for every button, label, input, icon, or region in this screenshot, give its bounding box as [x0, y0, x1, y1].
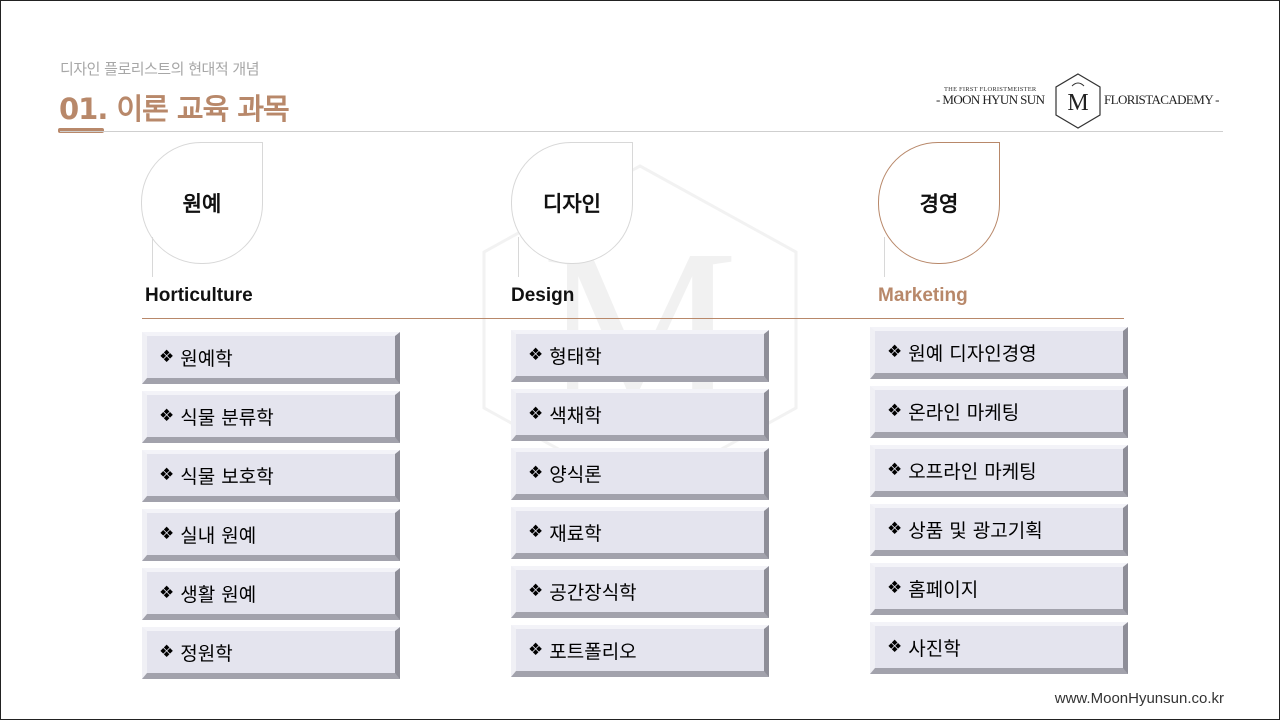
bullet-icon: ❖ — [528, 463, 544, 483]
item-label: 홈페이지 — [908, 578, 979, 601]
list-design: ❖ 형태학 ❖ 색채학 ❖ 양식론 ❖ 재료학 ❖ 공간장식학 ❖ 포트폴리오 — [511, 330, 769, 684]
bullet-icon: ❖ — [528, 404, 544, 424]
item-label: 양식론 — [549, 463, 602, 486]
bullet-icon: ❖ — [159, 642, 175, 662]
list-item: ❖ 상품 및 광고기획 — [870, 504, 1128, 556]
bullet-icon: ❖ — [159, 583, 175, 603]
list-item: ❖ 식물 보호학 — [142, 450, 400, 502]
item-label: 색채학 — [549, 404, 602, 427]
item-label: 생활 원예 — [180, 583, 257, 606]
item-label: 공간장식학 — [549, 581, 637, 604]
list-item: ❖ 공간장식학 — [511, 566, 769, 618]
item-label: 오프라인 마케팅 — [908, 460, 1037, 483]
bullet-icon: ❖ — [159, 465, 175, 485]
badge-stem — [884, 237, 885, 277]
item-label: 식물 분류학 — [180, 406, 274, 429]
bullet-icon: ❖ — [528, 345, 544, 365]
list-horticulture: ❖ 원예학 ❖ 식물 분류학 ❖ 식물 보호학 ❖ 실내 원예 ❖ 생활 원예 ❖ 정원학 — [142, 332, 400, 686]
list-item: ❖ 온라인 마케팅 — [870, 386, 1128, 438]
bullet-icon: ❖ — [887, 578, 903, 598]
svg-text:M: M — [1067, 90, 1088, 116]
item-label: 온라인 마케팅 — [908, 401, 1020, 424]
list-item: ❖ 실내 원예 — [142, 509, 400, 561]
item-label: 식물 보호학 — [180, 465, 274, 488]
badge-stem — [518, 237, 519, 277]
bullet-icon: ❖ — [887, 401, 903, 421]
item-label: 상품 및 광고기획 — [908, 519, 1043, 542]
item-label: 정원학 — [180, 642, 233, 665]
bullet-icon: ❖ — [528, 640, 544, 660]
list-item: ❖ 원예학 — [142, 332, 400, 384]
bullet-icon: ❖ — [887, 637, 903, 657]
list-item: ❖ 식물 분류학 — [142, 391, 400, 443]
bullet-icon: ❖ — [887, 519, 903, 539]
bullet-icon: ❖ — [159, 347, 175, 367]
list-item: ❖ 오프라인 마케팅 — [870, 445, 1128, 497]
item-label: 형태학 — [549, 345, 602, 368]
item-label: 재료학 — [549, 522, 602, 545]
list-item: ❖ 형태학 — [511, 330, 769, 382]
bullet-icon: ❖ — [887, 342, 903, 362]
list-item: ❖ 양식론 — [511, 448, 769, 500]
list-item: ❖ 사진학 — [870, 622, 1128, 674]
slide-subtitle: 디자인 플로리스트의 현대적 개념 — [60, 60, 260, 78]
section-divider — [142, 318, 1124, 319]
column-badge-design: 디자인 — [511, 142, 633, 264]
academy-logo: THE FIRST FLORISTMEISTER - MOON HYUN SUN… — [936, 72, 1221, 130]
list-item: ❖ 원예 디자인경영 — [870, 327, 1128, 379]
list-item: ❖ 생활 원예 — [142, 568, 400, 620]
item-label: 실내 원예 — [180, 524, 257, 547]
column-title-horticulture: Horticulture — [145, 285, 253, 306]
bullet-icon: ❖ — [159, 406, 175, 426]
bullet-icon: ❖ — [887, 460, 903, 480]
header-rule — [60, 131, 1223, 132]
list-item: ❖ 홈페이지 — [870, 563, 1128, 615]
logo-right-text: FLORISTACADEMY - — [1104, 92, 1220, 107]
footer-url: www.MoonHyunsun.co.kr — [1054, 690, 1224, 707]
column-badge-marketing: 경영 — [878, 142, 1000, 264]
list-item: ❖ 포트폴리오 — [511, 625, 769, 677]
item-label: 포트폴리오 — [549, 640, 637, 663]
item-label: 원예학 — [180, 347, 233, 370]
slide-title: 01. 이론 교육 과목 — [59, 92, 290, 126]
item-label: 원예 디자인경영 — [908, 342, 1037, 365]
column-title-marketing: Marketing — [878, 285, 968, 306]
list-item: ❖ 재료학 — [511, 507, 769, 559]
column-badge-horticulture: 원예 — [141, 142, 263, 264]
logo-left-text: - MOON HYUN SUN — [936, 92, 1045, 107]
bullet-icon: ❖ — [528, 581, 544, 601]
column-title-design: Design — [511, 285, 575, 306]
list-marketing: ❖ 원예 디자인경영 ❖ 온라인 마케팅 ❖ 오프라인 마케팅 ❖ 상품 및 광고기획 … — [870, 327, 1128, 681]
logo-emblem-icon: M — [1055, 73, 1101, 129]
bullet-icon: ❖ — [159, 524, 175, 544]
badge-stem — [152, 237, 153, 277]
list-item: ❖ 색채학 — [511, 389, 769, 441]
bullet-icon: ❖ — [528, 522, 544, 542]
list-item: ❖ 정원학 — [142, 627, 400, 679]
item-label: 사진학 — [908, 637, 961, 660]
